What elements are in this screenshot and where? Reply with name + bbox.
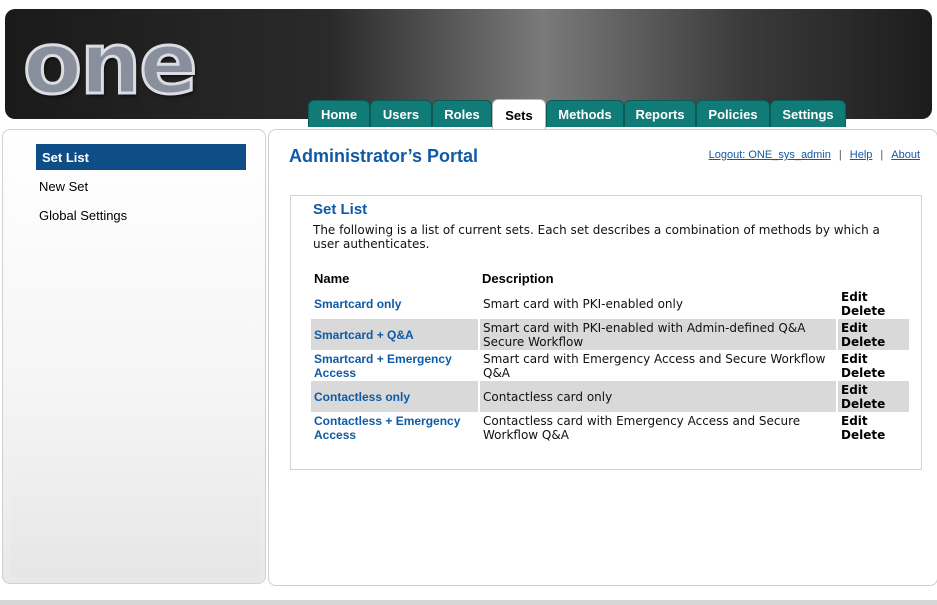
footer-bar [0, 600, 937, 605]
table-row: Contactless only Contactless card only E… [311, 381, 909, 412]
delete-link[interactable]: Delete [841, 397, 906, 411]
about-link[interactable]: About [891, 149, 920, 161]
tab-sets[interactable]: Sets [492, 99, 546, 130]
edit-link[interactable]: Edit [841, 383, 906, 397]
edit-link[interactable]: Edit [841, 321, 906, 335]
row-actions: Edit Delete [837, 350, 909, 381]
delete-link[interactable]: Delete [841, 304, 906, 318]
tab-settings[interactable]: Settings [770, 100, 846, 127]
link-separator: | [880, 149, 884, 161]
set-description: Smart card with PKI-enabled with Admin-d… [479, 319, 838, 350]
set-description: Contactless card only [479, 381, 838, 412]
set-description: Smart card with PKI-enabled only [479, 288, 838, 319]
column-header-name: Name [314, 270, 350, 286]
logout-link[interactable]: Logout: ONE_sys_admin [709, 149, 831, 161]
table-header: Name Description [311, 268, 909, 288]
sidebar-item-set-list[interactable]: Set List [36, 144, 246, 170]
tab-policies[interactable]: Policies [696, 100, 770, 127]
set-name-link[interactable]: Smartcard only [311, 288, 480, 319]
tab-home[interactable]: Home [308, 100, 370, 127]
link-separator: | [838, 149, 842, 161]
column-header-actions [837, 268, 909, 288]
sidebar-item-new-set[interactable]: New Set [33, 173, 243, 199]
delete-link[interactable]: Delete [841, 366, 906, 380]
row-actions: Edit Delete [837, 412, 909, 443]
section-title: Set List [313, 201, 368, 218]
delete-link[interactable]: Delete [841, 335, 906, 349]
set-name-link[interactable]: Contactless + Emergency Access [311, 412, 480, 443]
table-row: Contactless + Emergency Access Contactle… [311, 412, 909, 443]
row-actions: Edit Delete [837, 381, 909, 412]
edit-link[interactable]: Edit [841, 290, 906, 304]
set-name-link[interactable]: Contactless only [311, 381, 480, 412]
set-description: Smart card with Emergency Access and Sec… [479, 350, 838, 381]
delete-link[interactable]: Delete [841, 428, 906, 442]
tab-roles[interactable]: Roles [432, 100, 492, 127]
page-title: Administrator’s Portal [289, 146, 479, 166]
help-link[interactable]: Help [850, 149, 873, 161]
row-actions: Edit Delete [837, 288, 909, 319]
app-logo: one [22, 14, 200, 114]
tab-users[interactable]: Users [370, 100, 432, 127]
set-description: Contactless card with Emergency Access a… [479, 412, 838, 443]
top-links: Logout: ONE_sys_admin | Help | About [709, 149, 920, 161]
table-row: Smartcard only Smart card with PKI-enabl… [311, 288, 909, 319]
column-header-description: Description [482, 270, 554, 286]
sidebar-item-global-settings[interactable]: Global Settings [33, 202, 243, 228]
set-name-link[interactable]: Smartcard + Emergency Access [311, 350, 480, 381]
row-actions: Edit Delete [837, 319, 909, 350]
edit-link[interactable]: Edit [841, 414, 906, 428]
set-name-link[interactable]: Smartcard + Q&A [311, 319, 480, 350]
table-row: Smartcard + Emergency Access Smart card … [311, 350, 909, 381]
edit-link[interactable]: Edit [841, 352, 906, 366]
set-table: Name Description Smartcard only Smart ca… [311, 268, 909, 443]
tab-reports[interactable]: Reports [624, 100, 696, 127]
section-description: The following is a list of current sets.… [313, 223, 880, 251]
table-row: Smartcard + Q&A Smart card with PKI-enab… [311, 319, 909, 350]
tab-methods[interactable]: Methods [546, 100, 624, 127]
